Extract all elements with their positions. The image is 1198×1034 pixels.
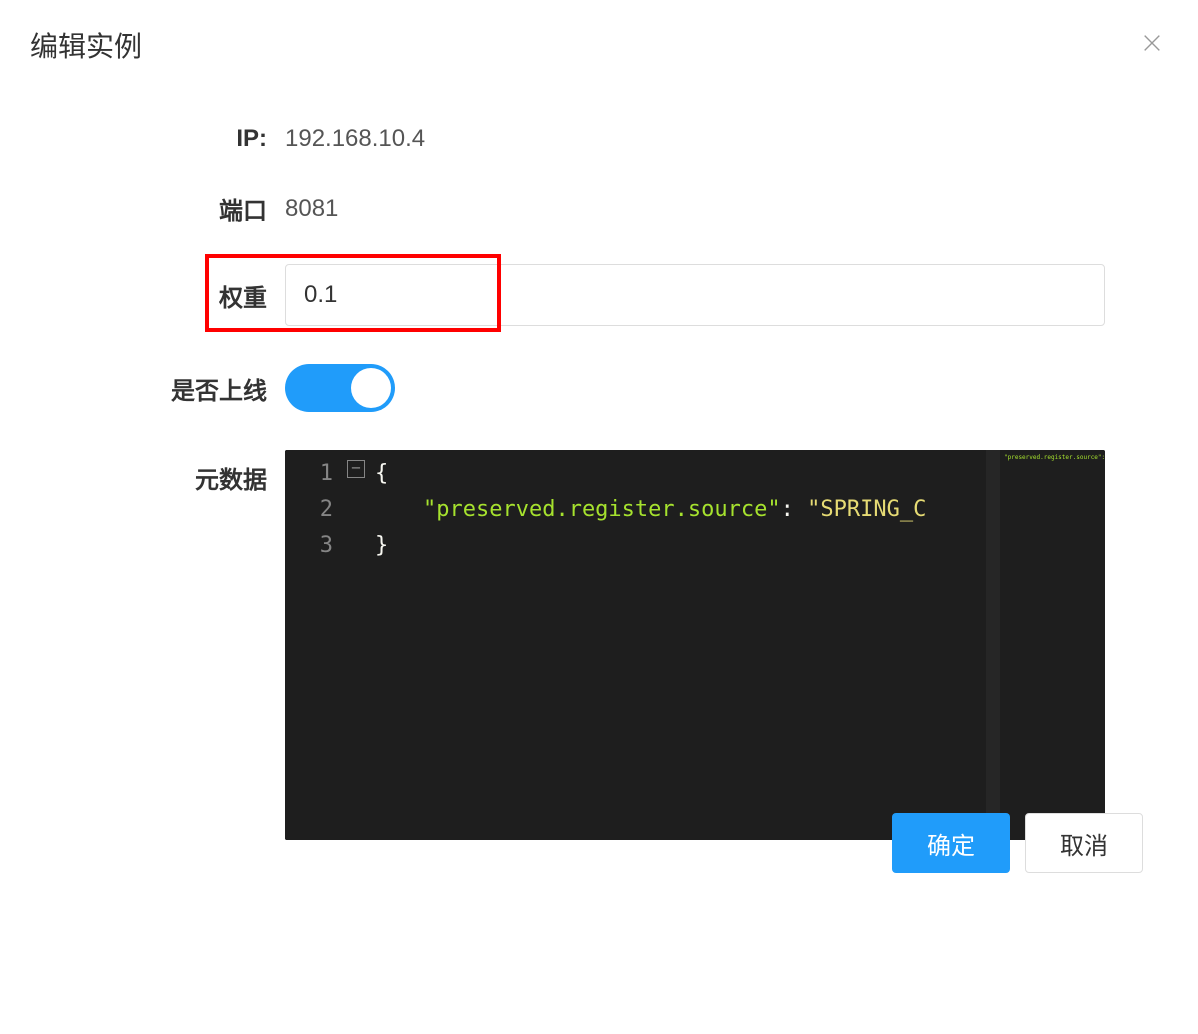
line-number: 3 xyxy=(285,528,345,564)
port-label: 端口 xyxy=(30,191,285,226)
line-number: 2 xyxy=(285,492,345,528)
ip-row: IP: 192.168.10.4 xyxy=(30,125,1168,153)
weight-label: 权重 xyxy=(30,278,285,313)
weight-input[interactable] xyxy=(285,264,1105,326)
code-brace-close: } xyxy=(375,533,388,558)
minimap-preview: "preserved.register.source": "SPRING… xyxy=(1004,454,1105,461)
code-value: "SPRING_C xyxy=(807,497,926,522)
dialog-header: 编辑实例 xyxy=(30,25,1168,65)
ok-button[interactable]: 确定 xyxy=(892,813,1010,873)
editor-minimap[interactable]: "preserved.register.source": "SPRING… xyxy=(1000,450,1105,840)
code-brace-open: { xyxy=(375,461,388,486)
dialog-title: 编辑实例 xyxy=(30,25,142,65)
code-colon: : xyxy=(781,497,808,522)
port-row: 端口 8081 xyxy=(30,191,1168,226)
online-label: 是否上线 xyxy=(30,371,285,406)
cancel-button[interactable]: 取消 xyxy=(1025,813,1143,873)
line-number: 1 xyxy=(285,456,345,492)
editor-scrollbar[interactable] xyxy=(986,450,1000,840)
metadata-label: 元数据 xyxy=(30,450,285,495)
online-row: 是否上线 xyxy=(30,364,1168,412)
edit-instance-dialog: 编辑实例 IP: 192.168.10.4 端口 8081 权重 是否上线 元数… xyxy=(0,0,1198,903)
metadata-row: 元数据 1 2 3 − { "preserved.register.source… xyxy=(30,450,1168,840)
metadata-editor[interactable]: 1 2 3 − { "preserved.register.source": "… xyxy=(285,450,1105,840)
online-toggle[interactable] xyxy=(285,364,395,412)
close-icon[interactable] xyxy=(1136,26,1168,64)
weight-row: 权重 xyxy=(30,264,1168,326)
ip-value: 192.168.10.4 xyxy=(285,125,425,153)
dialog-footer: 确定 取消 xyxy=(892,813,1143,873)
editor-gutter: 1 2 3 xyxy=(285,450,345,840)
port-value: 8081 xyxy=(285,195,338,223)
code-key: "preserved.register.source" xyxy=(423,497,781,522)
fold-icon[interactable]: − xyxy=(347,460,365,478)
ip-label: IP: xyxy=(30,125,285,153)
toggle-handle xyxy=(351,368,391,408)
